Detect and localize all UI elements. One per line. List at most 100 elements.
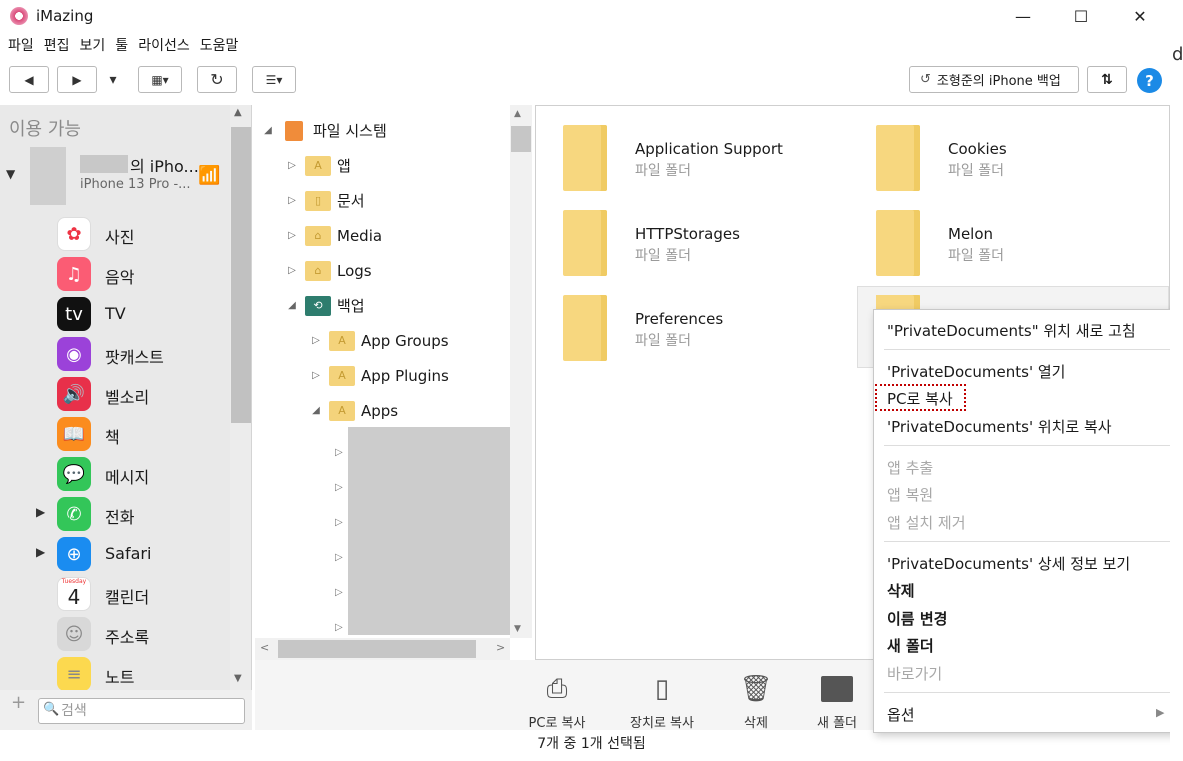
- scroll-up-icon[interactable]: ▲: [234, 107, 242, 118]
- folder-tile[interactable]: Preferences 파일 폴더: [535, 275, 835, 361]
- menu-item-refresh[interactable]: "PrivateDocuments" 위치 새로 고침: [887, 320, 1136, 341]
- help-button[interactable]: ?: [1137, 68, 1162, 93]
- app-subitem-triangles[interactable]: ▷ ▷ ▷ ▷ ▷ ▷: [335, 435, 343, 645]
- sidebar-item-7[interactable]: ▶ ✆ 전화: [0, 493, 230, 533]
- forward-button[interactable]: ▶: [57, 66, 97, 93]
- tree-item-documents[interactable]: ▷ ▯ 문서: [285, 183, 382, 218]
- sidebar-item-8[interactable]: ▶ ⊕ Safari: [0, 533, 230, 573]
- new-folder-button[interactable]: 새 폴더: [792, 672, 882, 731]
- search-icon: 🔍: [43, 702, 60, 717]
- scroll-down-icon[interactable]: ▼: [514, 624, 521, 634]
- menu-file[interactable]: 파일: [0, 34, 39, 58]
- menu-item-options[interactable]: 옵션: [887, 704, 915, 725]
- sidebar-item-5[interactable]: 📖 책: [0, 413, 230, 453]
- menu-item-rename[interactable]: 이름 변경: [887, 608, 947, 629]
- sidebar-item-2[interactable]: tv TV: [0, 293, 230, 333]
- expand-triangle-icon[interactable]: ▷: [285, 160, 299, 171]
- sidebar-item-label: 주소록: [105, 628, 150, 647]
- menu-separator: [884, 692, 1172, 693]
- minimize-button[interactable]: —: [1000, 0, 1046, 32]
- refresh-button[interactable]: ↻: [197, 66, 237, 93]
- sidebar-scroll-thumb[interactable]: [231, 127, 251, 423]
- expand-triangle-icon[interactable]: ◢: [285, 300, 299, 311]
- sidebar-item-1[interactable]: ♫ 음악: [0, 253, 230, 293]
- folder-icon: ⌂: [305, 225, 331, 246]
- tree-item-logs[interactable]: ▷ ⌂ Logs: [285, 253, 382, 288]
- expand-triangle-icon[interactable]: ▷: [285, 195, 299, 206]
- device-model: iPhone 13 Pro -...: [80, 177, 191, 192]
- menu-item-copy-to-location[interactable]: 'PrivateDocuments' 위치로 복사: [887, 416, 1112, 437]
- expand-triangle-icon[interactable]: ▶: [36, 505, 45, 519]
- tree-item-app-groups[interactable]: ▷ A App Groups: [309, 323, 449, 358]
- tree-horizontal-scroll-thumb[interactable]: [278, 640, 476, 658]
- folder-type: 파일 폴더: [948, 163, 1004, 179]
- scroll-right-icon[interactable]: >: [496, 641, 505, 654]
- imazing-window: iMazing — ☐ ✕ 파일 편집 보기 툴 라이선스 도움말 ◀ ▶ ▾ ▦▾ ↻ …: [0, 0, 1183, 761]
- folder-tile[interactable]: Cookies 파일 폴더: [848, 105, 1148, 191]
- sidebar-item-11[interactable]: ≡ 노트: [0, 653, 230, 690]
- scroll-left-icon[interactable]: <: [260, 641, 269, 654]
- tree-item-apps[interactable]: ▷ A 앱: [285, 148, 382, 183]
- menu-item-new-folder[interactable]: 새 폴더: [887, 635, 934, 656]
- menu-license[interactable]: 라이선스: [133, 34, 195, 58]
- folder-icon: ⌂: [305, 260, 331, 281]
- expand-triangle-icon[interactable]: ▷: [285, 265, 299, 276]
- sidebar-item-6[interactable]: 💬 메시지: [0, 453, 230, 493]
- backup-button[interactable]: ↺ 조형준의 iPhone 백업: [909, 66, 1079, 93]
- sidebar-item-3[interactable]: ◉ 팟캐스트: [0, 333, 230, 373]
- search-input[interactable]: 검색: [38, 698, 245, 724]
- scroll-up-icon[interactable]: ▲: [514, 109, 521, 119]
- folder-tile[interactable]: HTTPStorages 파일 폴더: [535, 190, 835, 276]
- sidebar-item-label: 메시지: [105, 468, 150, 487]
- folder-tile[interactable]: Application Support 파일 폴더: [535, 105, 835, 191]
- menu-item-open[interactable]: 'PrivateDocuments' 열기: [887, 361, 1065, 382]
- tree-item-backup[interactable]: ◢ ⟲ 백업: [285, 288, 382, 323]
- tree-item-apps-folder[interactable]: ◢ A Apps: [309, 393, 449, 428]
- device-item[interactable]: ▼ 의 iPho... iPhone 13 Pro -... 📶: [0, 143, 230, 211]
- copy-to-pc-button[interactable]: ⎙ PC로 복사: [512, 672, 602, 731]
- close-button[interactable]: ✕: [1117, 0, 1163, 32]
- menu-help[interactable]: 도움말: [195, 34, 244, 58]
- sidebar-item-label: TV: [105, 304, 126, 323]
- folder-name: Application Support: [635, 140, 783, 158]
- menu-separator: [884, 541, 1172, 542]
- expand-triangle-icon[interactable]: ▶: [36, 545, 45, 559]
- folder-icon: [563, 210, 607, 276]
- view-mode-button[interactable]: ▦▾: [138, 66, 182, 93]
- expand-triangle-icon[interactable]: ▷: [309, 335, 323, 346]
- menu-edit[interactable]: 편집: [39, 34, 75, 58]
- folder-tile[interactable]: Melon 파일 폴더: [848, 190, 1148, 276]
- tree-item-filesystem[interactable]: ◢ 파일 시스템: [261, 113, 387, 148]
- sidebar-item-9[interactable]: Tuesday 4 캘린더: [0, 573, 230, 613]
- sidebar-item-0[interactable]: ✿ 사진: [0, 213, 230, 253]
- menu-tools[interactable]: 툴: [110, 34, 133, 58]
- app-icon-5: 📖: [57, 417, 91, 451]
- menu-view[interactable]: 보기: [75, 34, 111, 58]
- expand-triangle-icon[interactable]: ◢: [261, 125, 275, 136]
- copy-to-device-icon: ▯: [654, 674, 670, 704]
- tree-item-app-plugins[interactable]: ▷ A App Plugins: [309, 358, 449, 393]
- transfer-sort-button[interactable]: ⇅: [1087, 66, 1127, 93]
- tree-vertical-scrollbar[interactable]: [510, 105, 532, 638]
- folder-name: Melon: [948, 225, 994, 243]
- maximize-button[interactable]: ☐: [1058, 0, 1104, 32]
- expand-triangle-icon[interactable]: ◢: [309, 405, 323, 416]
- history-dropdown-button[interactable]: ▾: [106, 66, 120, 93]
- add-button[interactable]: +: [11, 692, 26, 713]
- sidebar-item-10[interactable]: ☺ 주소록: [0, 613, 230, 653]
- expand-triangle-icon[interactable]: ▷: [285, 230, 299, 241]
- list-options-button[interactable]: ☰▾: [252, 66, 296, 93]
- menu-item-details[interactable]: 'PrivateDocuments' 상세 정보 보기: [887, 553, 1130, 574]
- sidebar-item-4[interactable]: 🔊 벨소리: [0, 373, 230, 413]
- expand-triangle-icon[interactable]: ▷: [309, 370, 323, 381]
- delete-button[interactable]: 🗑 삭제: [711, 672, 801, 731]
- folder-icon: [563, 125, 607, 191]
- copy-to-device-button[interactable]: ▯ 장치로 복사: [617, 672, 707, 731]
- tree-vertical-scroll-thumb[interactable]: [511, 126, 531, 152]
- scroll-down-icon[interactable]: ▼: [234, 673, 242, 684]
- back-button[interactable]: ◀: [9, 66, 49, 93]
- tree-label: Media: [337, 226, 383, 245]
- menu-item-delete[interactable]: 삭제: [887, 580, 915, 601]
- tree-item-media[interactable]: ▷ ⌂ Media: [285, 218, 382, 253]
- collapse-triangle-icon[interactable]: ▼: [6, 167, 15, 181]
